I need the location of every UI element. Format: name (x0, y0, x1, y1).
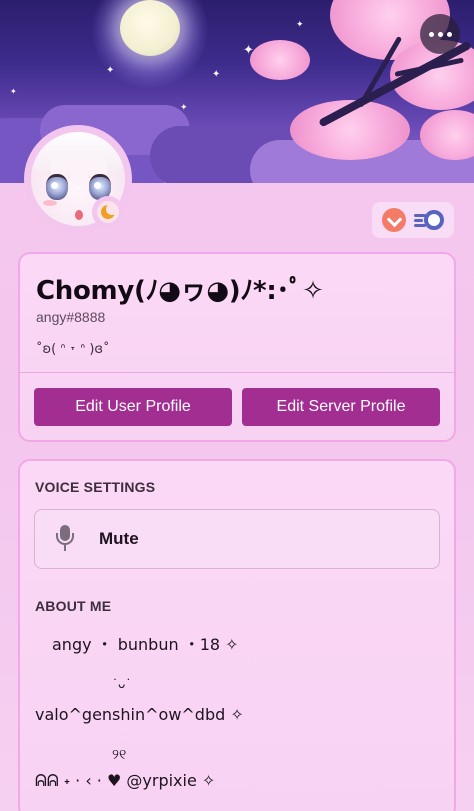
about-me-line: ᕱᕱ ˖ · ‹ · ♥ @yrpixie ✧ (35, 771, 216, 790)
ellipsis-icon (428, 31, 434, 37)
voice-settings-heading: VOICE SETTINGS (35, 479, 156, 495)
star-icon: ✦ (212, 69, 221, 80)
edit-user-profile-button[interactable]: Edit User Profile (34, 388, 232, 426)
moon (120, 0, 180, 56)
profile-card: Chomy(ﾉ◕ヮ◕)ﾉ*:･ﾟ✧ angy#8888 ˚ʚ( ᐢ ˕ ᐢ )ɞ… (18, 252, 456, 442)
blossom (250, 40, 310, 80)
mute-button[interactable]: Mute (34, 509, 440, 569)
user-tag: angy#8888 (36, 309, 106, 325)
display-name: Chomy(ﾉ◕ヮ◕)ﾉ*:･ﾟ✧ (36, 276, 324, 306)
divider (20, 372, 454, 373)
star-icon: ✦ (296, 19, 304, 29)
more-options-button[interactable] (420, 14, 460, 54)
about-me-line: angy ・ bunbun ・18 ✧ (52, 635, 239, 654)
star-icon: ✦ (10, 87, 17, 96)
mute-label: Mute (99, 529, 139, 548)
edit-server-profile-button[interactable]: Edit Server Profile (242, 388, 440, 426)
settings-card: VOICE SETTINGS Mute ABOUT ME angy ・ bunb… (18, 459, 456, 811)
microphone-icon (55, 525, 75, 553)
profile-badges (372, 202, 454, 238)
about-me-kaomoji: ୨୧ (112, 747, 127, 763)
about-me-line: valo^genshin^ow^dbd ✧ (35, 705, 244, 724)
star-icon: ✦ (106, 65, 115, 76)
hypesquad-icon[interactable] (382, 208, 406, 232)
about-me-heading: ABOUT ME (35, 598, 112, 614)
custom-status: ˚ʚ( ᐢ ˕ ᐢ )ɞ˚ (36, 342, 110, 357)
idle-status-icon (92, 196, 124, 228)
about-me-kaomoji: ˙ᴗ˙ (112, 677, 132, 691)
nitro-icon[interactable] (414, 209, 444, 231)
